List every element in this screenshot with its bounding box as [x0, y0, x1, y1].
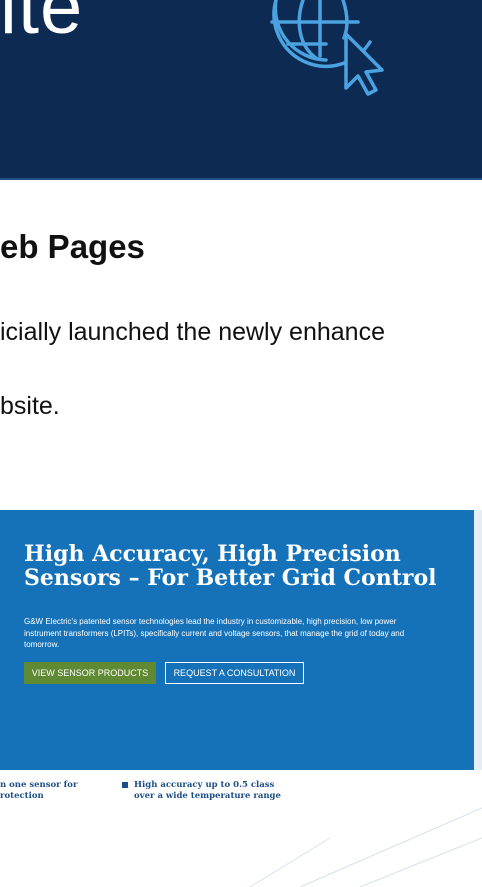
- hero-edge: [474, 510, 482, 770]
- feature-text: rotection: [0, 791, 44, 801]
- article-paragraph-line: icially launched the newly enhance: [0, 318, 385, 346]
- article-paragraph-line: bsite.: [0, 392, 60, 420]
- banner-divider: [0, 178, 482, 180]
- feature-text: n one sensor for: [0, 780, 78, 790]
- feature-item: n one sensor for rotection: [0, 780, 77, 802]
- request-consultation-button[interactable]: REQUEST A CONSULTATION: [165, 662, 304, 684]
- feature-text: High accuracy up to 0.5 class: [134, 780, 275, 790]
- top-banner: ite: [0, 0, 482, 178]
- feature-item: High accuracy up to 0.5 class over a wid…: [122, 780, 281, 802]
- feature-text: over a wide temperature range: [134, 791, 281, 801]
- article-heading: eb Pages: [0, 228, 145, 265]
- hero-description: G&W Electric's patented sensor technolog…: [24, 617, 405, 649]
- banner-title: ite: [0, 0, 84, 50]
- globe-cursor-icon: [270, 0, 384, 96]
- square-bullet-icon: [122, 781, 128, 788]
- website-preview-image: High Accuracy, High Precision Sensors – …: [0, 486, 482, 887]
- hero-title: High Accuracy, High Precision Sensors – …: [24, 541, 437, 591]
- decorative-lines: [249, 807, 482, 887]
- view-sensor-products-button[interactable]: VIEW SENSOR PRODUCTS: [24, 662, 156, 684]
